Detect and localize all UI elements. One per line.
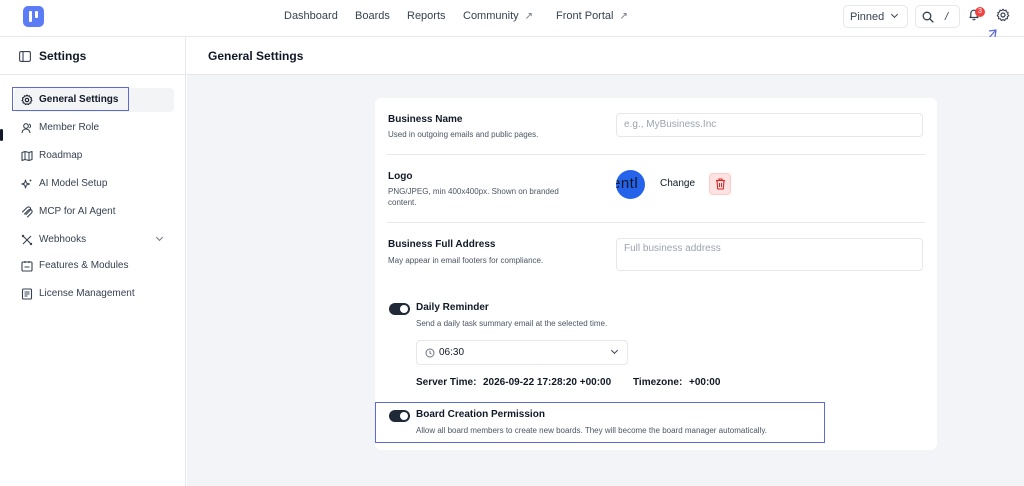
sidebar-item-label: License Management — [39, 288, 135, 299]
sidebar-item-label: Webhooks — [39, 234, 87, 245]
annotation-box-general-settings — [12, 87, 129, 111]
nav-dashboard[interactable]: Dashboard — [284, 10, 338, 22]
sidebar-item-license-management[interactable]: License Management — [14, 282, 174, 306]
sidebar-item-member-role[interactable]: Member Role — [14, 116, 174, 140]
business-address-input[interactable]: Full business address — [616, 238, 923, 271]
reminder-time-select[interactable]: 06:30 — [416, 340, 628, 365]
settings-card: Business Name Used in outgoing emails an… — [375, 98, 937, 450]
map-icon — [21, 150, 33, 162]
panel-icon[interactable] — [19, 51, 31, 62]
business-name-description: Used in outgoing emails and public pages… — [388, 130, 539, 139]
app-logo[interactable] — [23, 6, 44, 27]
license-icon — [21, 288, 33, 300]
chevron-down-icon — [610, 346, 619, 355]
business-address-description: May appear in email footers for complian… — [388, 256, 544, 265]
sidebar-item-features-modules[interactable]: Features & Modules — [14, 254, 174, 278]
nav-reports[interactable]: Reports — [407, 10, 446, 22]
business-address-label: Business Full Address — [388, 239, 496, 250]
sidebar-header: Settings — [0, 37, 186, 75]
sidebar-item-label: MCP for AI Agent — [39, 206, 116, 217]
chevron-down-icon — [890, 10, 899, 19]
sidebar-item-label: Roadmap — [39, 150, 83, 161]
active-indicator — [0, 129, 3, 141]
business-name-label: Business Name — [388, 114, 463, 125]
logo-avatar: entl — [616, 170, 645, 199]
business-name-input[interactable]: e.g., MyBusiness.Inc — [616, 113, 923, 137]
annotation-box-board-creation — [375, 402, 825, 443]
main-header: General Settings — [187, 37, 1024, 75]
sidebar-item-label: AI Model Setup — [39, 178, 108, 189]
page-title: General Settings — [208, 49, 304, 63]
nav-community-label: Community — [463, 10, 519, 22]
notification-badge: 3 — [975, 7, 985, 17]
daily-reminder-toggle[interactable] — [389, 303, 410, 315]
sidebar-title: Settings — [39, 49, 87, 63]
sidebar-item-ai-model-setup[interactable]: AI Model Setup — [14, 172, 174, 196]
webhook-icon — [21, 234, 33, 246]
mcp-icon — [21, 206, 33, 218]
pinned-label: Pinned — [850, 11, 885, 23]
search-icon — [922, 11, 934, 23]
sidebar-item-webhooks[interactable]: Webhooks — [14, 228, 174, 252]
trash-icon — [716, 178, 725, 190]
sparkles-icon — [21, 178, 33, 189]
timezone-value: +00:00 — [689, 377, 721, 388]
nav-community[interactable]: Community ↗ — [463, 10, 533, 22]
clock-icon — [425, 348, 435, 358]
nav-front-portal[interactable]: Front Portal ↗ — [556, 10, 628, 22]
logo-description: PNG/JPEG, min 400x400px. Shown on brande… — [388, 187, 559, 207]
avatar-text: entl — [616, 175, 639, 192]
nav-boards[interactable]: Boards — [355, 10, 390, 22]
chevron-down-icon — [155, 233, 164, 242]
logo-label: Logo — [388, 171, 413, 182]
top-bar: Dashboard Boards Reports Community ↗ Fron… — [0, 0, 1024, 37]
users-icon — [21, 123, 31, 134]
gear-icon[interactable] — [996, 8, 1010, 22]
pinned-dropdown[interactable]: Pinned — [843, 5, 908, 28]
external-link-icon: ↗ — [524, 11, 534, 22]
server-time-label: Server Time: — [416, 377, 477, 388]
server-time-value: 2026-09-22 17:28:20 +00:00 — [483, 377, 612, 388]
sidebar-item-roadmap[interactable]: Roadmap — [14, 144, 174, 168]
modules-icon — [21, 261, 33, 272]
sidebar-item-mcp-for-ai-agent[interactable]: MCP for AI Agent — [14, 200, 174, 224]
change-logo-button[interactable]: Change — [660, 178, 695, 189]
external-link-icon: ↗ — [619, 11, 628, 22]
timezone-label: Timezone: — [633, 377, 683, 388]
search-shortcut: / — [945, 11, 949, 23]
sidebar-item-label: Features & Modules — [39, 260, 129, 271]
daily-reminder-description: Send a daily task summary email at the s… — [416, 319, 608, 328]
divider — [387, 222, 925, 223]
daily-reminder-label: Daily Reminder — [416, 302, 489, 313]
sidebar-item-label: Member Role — [39, 122, 100, 133]
reminder-time-value: 06:30 — [439, 347, 465, 358]
nav-front-portal-label: Front Portal — [556, 10, 614, 22]
delete-logo-button[interactable] — [709, 173, 731, 195]
divider — [387, 154, 925, 155]
